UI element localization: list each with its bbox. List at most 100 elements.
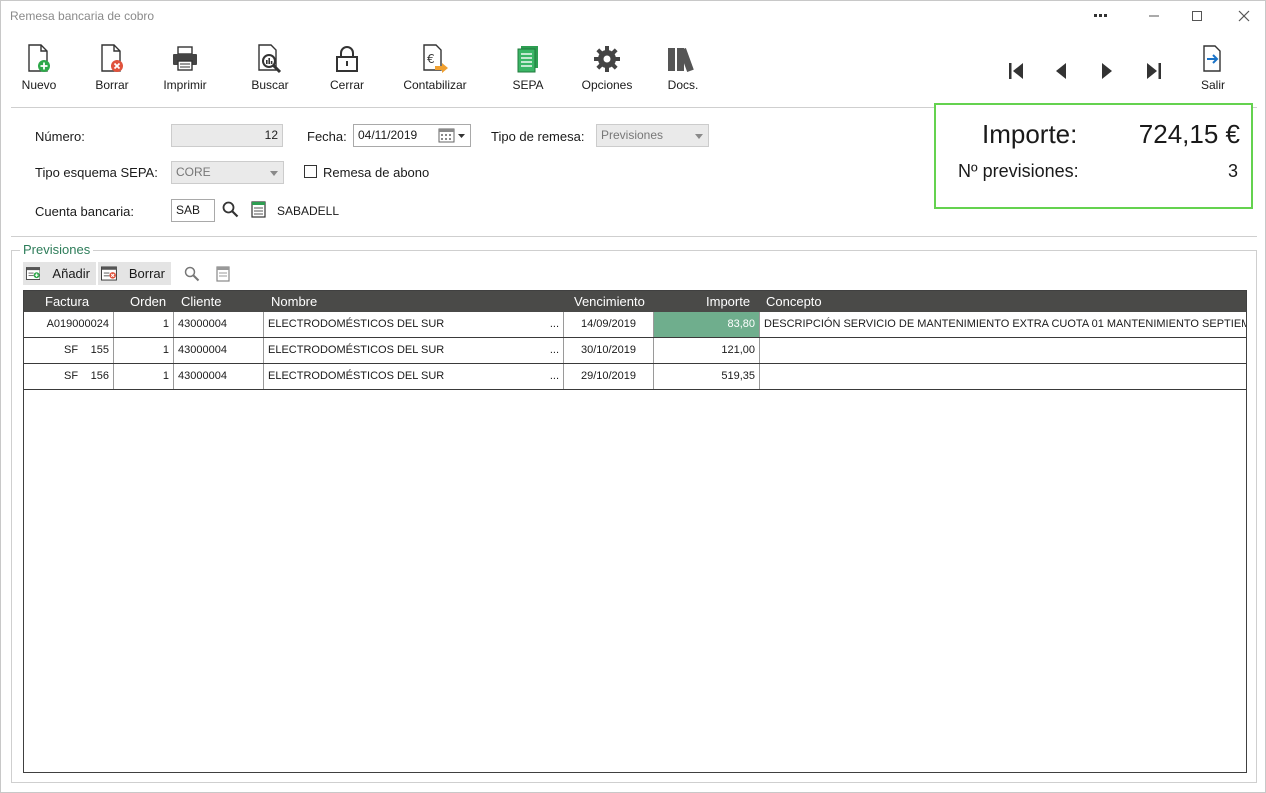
col-nombre[interactable]: Nombre [271, 294, 317, 309]
col-orden[interactable]: Orden [130, 294, 166, 309]
books-icon [668, 48, 694, 73]
remesa-abono-label: Remesa de abono [323, 165, 430, 180]
calendar-icon [438, 128, 465, 143]
cell-orden: 1 [114, 364, 174, 389]
tipo-remesa-value: Previsiones [601, 128, 664, 142]
nuevo-label: Nuevo [21, 78, 57, 92]
fecha-label: Fecha: [307, 129, 347, 144]
fecha-field[interactable]: 04/11/2019 [353, 124, 471, 147]
first-icon [1009, 63, 1023, 79]
last-record-button[interactable] [1142, 59, 1166, 83]
first-record-button[interactable] [1004, 59, 1028, 83]
summary-box: Importe: 724,15 € Nº previsiones: 3 [934, 103, 1253, 209]
add-prevision-label: Añadir [52, 266, 90, 281]
tipo-esquema-value: CORE [176, 165, 211, 179]
importe-label: Importe: [982, 119, 1078, 149]
table-row[interactable]: A019000024 1 43000004 ELECTRODOMÉSTICOS … [24, 312, 1246, 338]
more-options-button[interactable] [1086, 5, 1116, 27]
col-cliente[interactable]: Cliente [181, 294, 221, 309]
cuenta-details-button[interactable] [251, 201, 266, 221]
cell-cliente: 43000004 [174, 338, 264, 363]
docs-label: Docs. [667, 78, 699, 92]
contabilizar-button[interactable]: € Contabilizar [400, 43, 470, 99]
svg-text:€: € [427, 52, 435, 66]
tipo-remesa-select[interactable]: Previsiones [596, 124, 709, 147]
cell-importe[interactable]: 83,80 [654, 312, 760, 337]
delete-prevision-button[interactable]: Borrar [98, 262, 171, 285]
cell-orden: 1 [114, 312, 174, 337]
maximize-icon [1192, 11, 1202, 21]
table-row[interactable]: SF 156 1 43000004 ELECTRODOMÉSTICOS DEL S… [24, 364, 1246, 390]
tipo-esquema-select[interactable]: CORE [171, 161, 284, 184]
cerrar-label: Cerrar [329, 78, 364, 92]
docs-button[interactable]: Docs. [648, 43, 718, 99]
cell-importe[interactable]: 519,35 [654, 364, 760, 389]
imprimir-label: Imprimir [163, 78, 207, 92]
nuevo-button[interactable]: Nuevo [4, 43, 74, 99]
nombre-more-button[interactable]: ... [550, 312, 559, 337]
col-importe[interactable]: Importe [706, 294, 750, 309]
maximize-button[interactable] [1182, 5, 1212, 27]
cuenta-search-button[interactable] [222, 201, 239, 221]
fecha-value: 04/11/2019 [358, 128, 418, 142]
previsiones-count-label: Nº previsiones: [958, 161, 1079, 181]
next-icon [1102, 63, 1112, 79]
borrar-button[interactable]: Borrar [77, 43, 147, 99]
window-title: Remesa bancaria de cobro [10, 9, 155, 23]
cuenta-field[interactable]: SAB [171, 199, 215, 222]
cell-cliente: 43000004 [174, 364, 264, 389]
grid-header: Factura Orden Cliente Nombre Vencimiento… [24, 291, 1246, 312]
salir-label: Salir [1200, 78, 1225, 92]
cell-vencimiento: 14/09/2019 [564, 312, 654, 337]
cell-factura: A019000024 [24, 312, 114, 337]
document-icon [251, 201, 266, 218]
numero-field[interactable]: 12 [171, 124, 283, 147]
numero-label: Número: [35, 129, 85, 144]
col-vencimiento[interactable]: Vencimiento [574, 294, 645, 309]
opciones-button[interactable]: Opciones [572, 43, 642, 99]
cerrar-button[interactable]: Cerrar [312, 43, 382, 99]
col-factura[interactable]: Factura [45, 294, 89, 309]
close-button[interactable] [1229, 5, 1259, 27]
previsiones-count: 3 [1227, 161, 1238, 181]
search-icon [222, 201, 239, 218]
previous-icon [1056, 63, 1066, 79]
imprimir-button[interactable]: Imprimir [150, 43, 220, 99]
remesa-abono-checkbox[interactable] [304, 165, 317, 178]
minimize-button[interactable] [1139, 5, 1169, 27]
cell-nombre: ELECTRODOMÉSTICOS DEL SUR... [264, 338, 564, 363]
nombre-more-button[interactable]: ... [550, 338, 559, 363]
new-document-icon [28, 44, 50, 72]
contabilizar-label: Contabilizar [403, 78, 467, 92]
document-icon [216, 266, 230, 282]
nombre-more-button[interactable]: ... [550, 364, 559, 389]
previous-record-button[interactable] [1049, 59, 1073, 83]
last-icon [1147, 63, 1161, 79]
add-prevision-button[interactable]: Añadir [23, 262, 96, 285]
prevision-details-button[interactable] [214, 265, 232, 283]
tipo-esquema-label: Tipo esquema SEPA: [35, 165, 158, 180]
sepa-label: SEPA [512, 78, 544, 92]
opciones-label: Opciones [581, 78, 633, 92]
col-concepto[interactable]: Concepto [766, 294, 822, 309]
calendar-button[interactable] [438, 127, 468, 151]
cell-cliente: 43000004 [174, 312, 264, 337]
previsiones-title: Previsiones [20, 242, 94, 257]
importe-total: 724,15 € [1138, 119, 1240, 149]
delete-document-icon [101, 44, 123, 72]
sepa-document-icon [517, 46, 538, 73]
buscar-button[interactable]: Buscar [235, 43, 305, 99]
next-record-button[interactable] [1095, 59, 1119, 83]
table-row[interactable]: SF 155 1 43000004 ELECTRODOMÉSTICOS DEL S… [24, 338, 1246, 364]
sepa-button[interactable]: SEPA [493, 43, 563, 99]
search-prevision-button[interactable] [183, 265, 201, 283]
cell-orden: 1 [114, 338, 174, 363]
more-icon [1094, 14, 1107, 17]
chevron-down-icon [695, 134, 703, 139]
cell-factura: SF 155 [24, 338, 114, 363]
tipo-remesa-label: Tipo de remesa: [491, 129, 585, 144]
accounting-document-icon: € [423, 44, 448, 73]
previsiones-grid[interactable]: Factura Orden Cliente Nombre Vencimiento… [23, 290, 1247, 773]
cell-importe[interactable]: 121,00 [654, 338, 760, 363]
salir-button[interactable]: Salir [1178, 43, 1248, 99]
